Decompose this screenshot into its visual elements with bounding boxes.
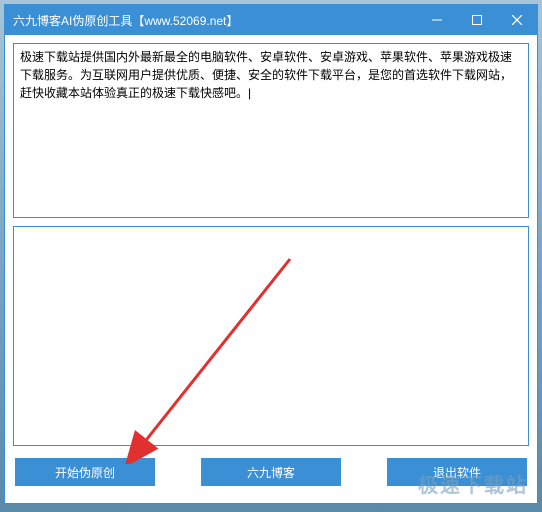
input-textarea[interactable]: 极速下载站提供国内外最新最全的电脑软件、安卓软件、安卓游戏、苹果软件、苹果游戏极…: [13, 43, 529, 218]
maximize-icon: [472, 15, 482, 25]
exit-button[interactable]: 退出软件: [387, 458, 527, 486]
start-button[interactable]: 开始伪原创: [15, 458, 155, 486]
window-controls: [417, 5, 537, 35]
button-row: 开始伪原创 六九博客 退出软件: [13, 454, 529, 494]
minimize-button[interactable]: [417, 5, 457, 35]
window-title: 六九博客AI伪原创工具【www.52069.net】: [13, 12, 238, 29]
close-button[interactable]: [497, 5, 537, 35]
app-window: 六九博客AI伪原创工具【www.52069.net】 极速下载站提供国内外最新最…: [4, 4, 538, 504]
blog-button[interactable]: 六九博客: [201, 458, 341, 486]
content-area: 极速下载站提供国内外最新最全的电脑软件、安卓软件、安卓游戏、苹果软件、苹果游戏极…: [5, 35, 537, 503]
close-icon: [512, 15, 522, 25]
minimize-icon: [432, 15, 442, 25]
output-textarea[interactable]: [13, 226, 529, 446]
maximize-button[interactable]: [457, 5, 497, 35]
titlebar: 六九博客AI伪原创工具【www.52069.net】: [5, 5, 537, 35]
